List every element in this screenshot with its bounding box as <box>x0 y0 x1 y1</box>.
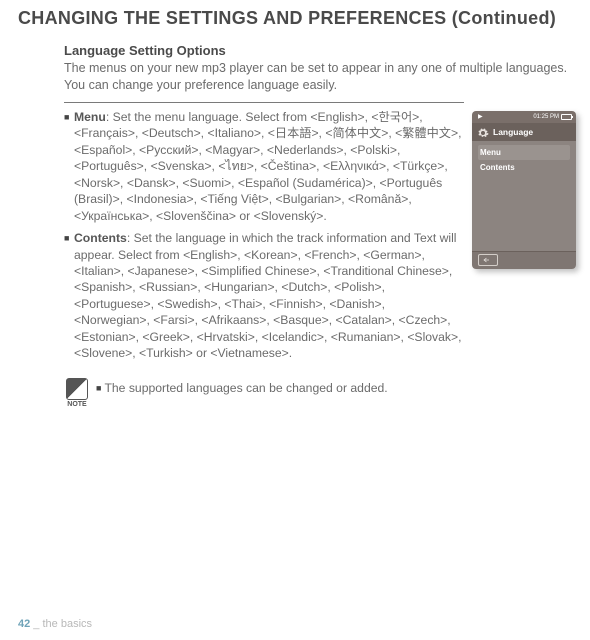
back-arrow-icon <box>483 256 493 264</box>
device-footer <box>472 251 576 269</box>
device-time: 01:25 PM <box>533 114 559 120</box>
note-icon <box>66 378 88 400</box>
device-menu-item[interactable]: Menu <box>478 145 570 160</box>
note-text: ■The supported languages can be changed … <box>96 378 388 395</box>
back-button[interactable] <box>478 254 498 266</box>
gear-icon <box>477 126 489 138</box>
section-title: Language Setting Options <box>0 33 590 60</box>
page-number: 42 <box>18 618 30 630</box>
note-icon-wrap: NOTE <box>64 378 90 408</box>
footer-sep: _ <box>30 618 42 630</box>
device-header-title: Language <box>493 127 533 137</box>
item-body: Contents: Set the language in which the … <box>74 230 462 362</box>
device-body: Menu Contents <box>472 141 576 251</box>
bullet-icon: ■ <box>96 383 101 393</box>
item-title: Menu <box>74 110 106 124</box>
note-row: NOTE ■The supported languages can be cha… <box>0 378 590 408</box>
note-label: NOTE <box>67 401 86 408</box>
text-column: ■ Menu: Set the menu language. Select fr… <box>64 109 462 368</box>
note-body: The supported languages can be changed o… <box>104 381 387 395</box>
item-text: : Set the menu language. Select from <En… <box>74 110 461 223</box>
battery-icon <box>561 114 572 120</box>
page-title: CHANGING THE SETTINGS AND PREFERENCES (C… <box>0 0 590 33</box>
list-item: ■ Menu: Set the menu language. Select fr… <box>64 109 462 224</box>
page-footer: 42 _ the basics <box>18 618 92 630</box>
footer-section: the basics <box>42 618 92 630</box>
content-row: ■ Menu: Set the menu language. Select fr… <box>0 109 590 368</box>
bullet-icon: ■ <box>64 109 70 123</box>
device-status-bar: ▶ 01:25 PM <box>472 111 576 123</box>
item-title: Contents <box>74 231 127 245</box>
intro-text: The menus on your new mp3 player can be … <box>0 60 590 100</box>
bullet-icon: ■ <box>64 230 70 244</box>
device-mockup: ▶ 01:25 PM Language Menu Contents <box>472 111 576 269</box>
device-header: Language <box>472 123 576 141</box>
list-item: ■ Contents: Set the language in which th… <box>64 230 462 362</box>
item-body: Menu: Set the menu language. Select from… <box>74 109 462 224</box>
divider <box>64 102 464 103</box>
item-text: : Set the language in which the track in… <box>74 231 462 360</box>
play-icon: ▶ <box>478 113 483 120</box>
device-menu-item[interactable]: Contents <box>478 160 570 175</box>
